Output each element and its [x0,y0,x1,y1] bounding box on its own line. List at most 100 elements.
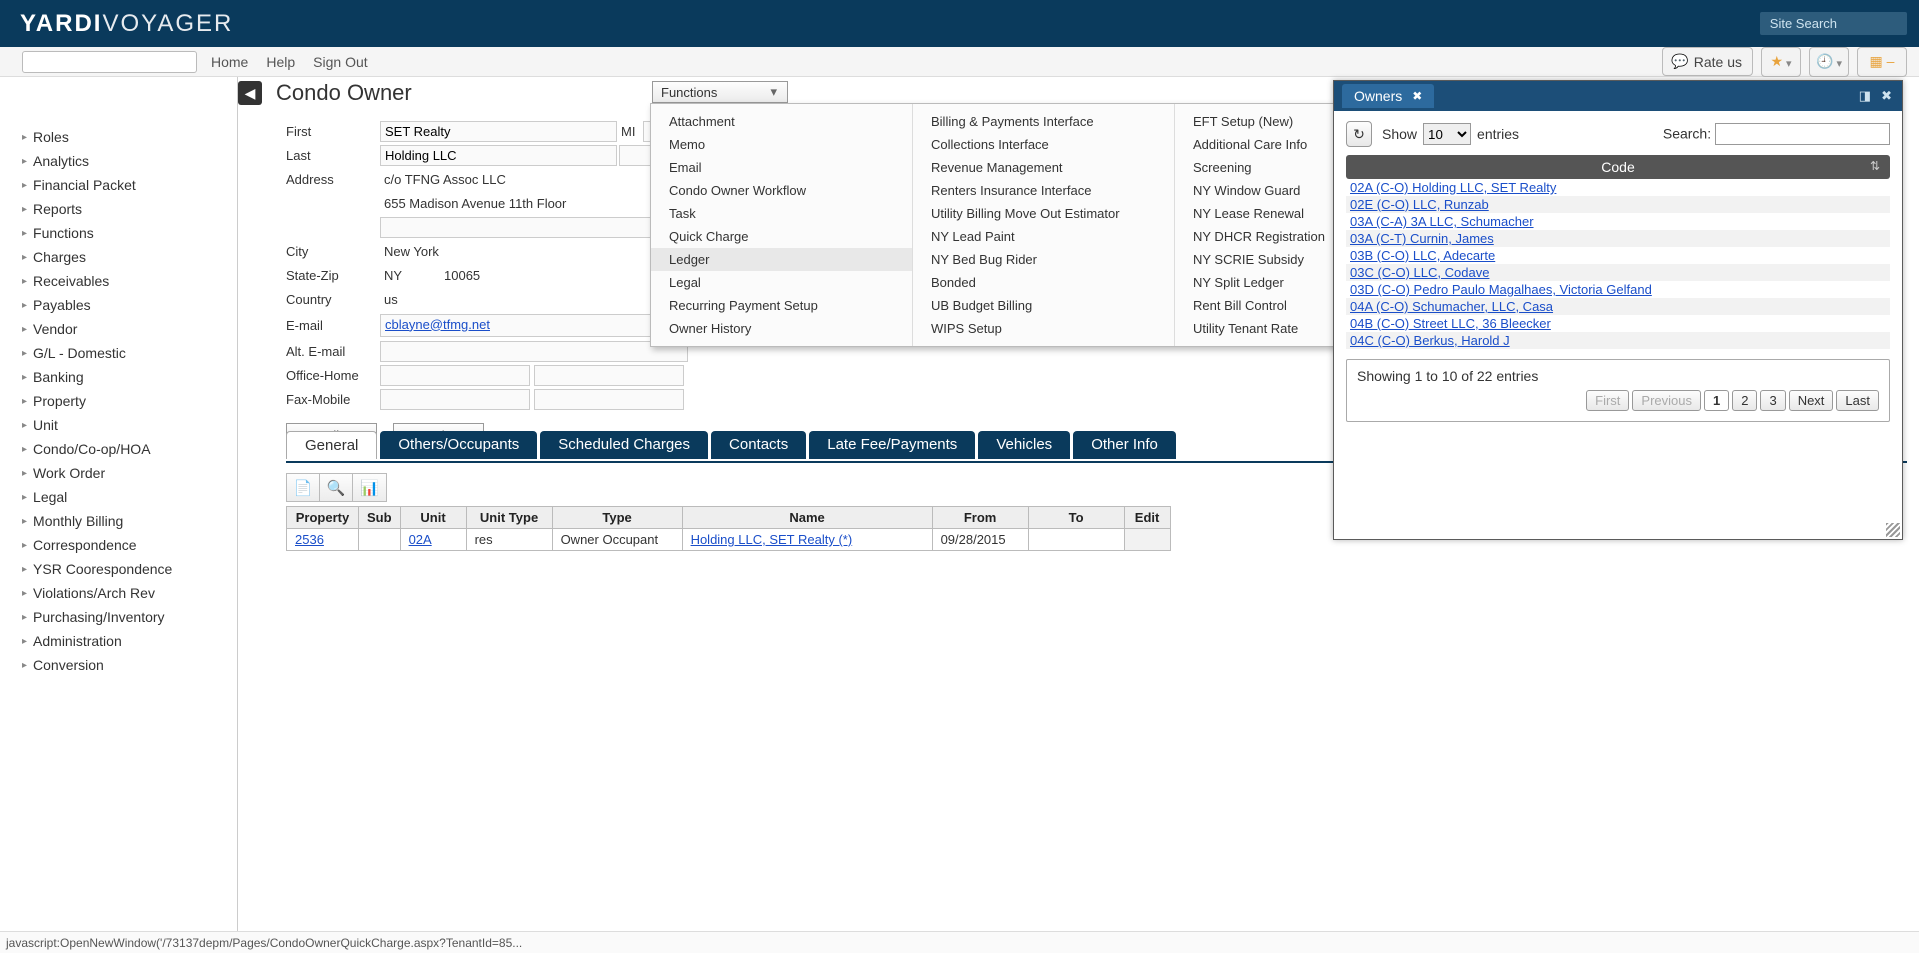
quick-search-input[interactable] [22,51,197,73]
menu-signout[interactable]: Sign Out [313,54,367,70]
sidebar-item-work-order[interactable]: Work Order [0,461,237,485]
email-link[interactable]: cblayne@tfmg.net [385,317,490,332]
owner-row-link[interactable]: 03D (C-O) Pedro Paulo Magalhaes, Victori… [1350,282,1652,297]
fn-additional-care[interactable]: Additional Care Info [1175,133,1355,156]
fn-ny-lease-renewal[interactable]: NY Lease Renewal [1175,202,1355,225]
cell-unit-link[interactable]: 02A [409,532,432,547]
sidebar-item-legal[interactable]: Legal [0,485,237,509]
fn-eft-setup[interactable]: EFT Setup (New) [1175,110,1355,133]
fn-utility-billing[interactable]: Utility Billing Move Out Estimator [913,202,1174,225]
owner-row-link[interactable]: 04C (C-O) Berkus, Harold J [1350,333,1510,348]
sidebar-item-unit[interactable]: Unit [0,413,237,437]
pager-prev[interactable]: Previous [1632,390,1701,411]
tab-others-occupants[interactable]: Others/Occupants [380,431,537,459]
fn-ny-bed-bug[interactable]: NY Bed Bug Rider [913,248,1174,271]
find-icon[interactable]: 🔍 [320,474,353,501]
fn-bonded[interactable]: Bonded [913,271,1174,294]
cell-edit-button[interactable] [1124,529,1170,551]
sidebar-item-charges[interactable]: Charges [0,245,237,269]
sidebar-item-gl-domestic[interactable]: G/L - Domestic [0,341,237,365]
fn-billing-payments[interactable]: Billing & Payments Interface [913,110,1174,133]
new-record-icon[interactable]: 📄 [287,474,320,501]
tab-other-info[interactable]: Other Info [1073,431,1176,459]
fn-revenue-mgmt[interactable]: Revenue Management [913,156,1174,179]
favorite-button[interactable]: ★ [1761,47,1801,77]
col-property[interactable]: Property [287,507,359,529]
sidebar-item-property[interactable]: Property [0,389,237,413]
functions-dropdown-button[interactable]: Functions [652,81,788,103]
cell-name-link[interactable]: Holding LLC, SET Realty (*) [691,532,853,547]
sidebar-item-banking[interactable]: Banking [0,365,237,389]
sidebar-item-monthly-billing[interactable]: Monthly Billing [0,509,237,533]
sidebar-item-purchasing[interactable]: Purchasing/Inventory [0,605,237,629]
input-last[interactable] [380,145,617,166]
input-office[interactable] [380,365,530,386]
fn-ub-budget[interactable]: UB Budget Billing [913,294,1174,317]
fn-email[interactable]: Email [651,156,912,179]
input-mobile[interactable] [534,389,684,410]
dashboard-button[interactable]: ▦ – [1857,47,1907,77]
input-altemail[interactable] [380,341,688,362]
rate-us-button[interactable]: Rate us [1662,47,1753,76]
col-from[interactable]: From [932,507,1028,529]
fn-utility-tenant-rate[interactable]: Utility Tenant Rate [1175,317,1355,340]
excel-icon[interactable]: 📊 [353,474,386,501]
sidebar-item-vendor[interactable]: Vendor [0,317,237,341]
fn-ny-split-ledger[interactable]: NY Split Ledger [1175,271,1355,294]
owners-tab-close-icon[interactable]: ✖ [1412,89,1422,103]
pager-next[interactable]: Next [1789,390,1834,411]
fn-condo-owner-workflow[interactable]: Condo Owner Workflow [651,179,912,202]
fn-quick-charge[interactable]: Quick Charge [651,225,912,248]
sidebar-item-analytics[interactable]: Analytics [0,149,237,173]
fn-collections[interactable]: Collections Interface [913,133,1174,156]
fn-rent-bill-control[interactable]: Rent Bill Control [1175,294,1355,317]
fn-ny-lead-paint[interactable]: NY Lead Paint [913,225,1174,248]
col-unit[interactable]: Unit [400,507,466,529]
tab-contacts[interactable]: Contacts [711,431,806,459]
pager-2[interactable]: 2 [1732,390,1757,411]
owner-row-link[interactable]: 03A (C-T) Curnin, James [1350,231,1494,246]
fn-owner-history[interactable]: Owner History [651,317,912,340]
owner-row-link[interactable]: 04A (C-O) Schumacher, LLC, Casa [1350,299,1553,314]
tab-late-fee-payments[interactable]: Late Fee/Payments [809,431,975,459]
input-fax[interactable] [380,389,530,410]
sidebar-item-administration[interactable]: Administration [0,629,237,653]
owners-titlebar[interactable]: Owners ✖ ◨ ✖ [1334,81,1902,111]
sidebar-item-condo[interactable]: Condo/Co-op/HOA [0,437,237,461]
col-unittype[interactable]: Unit Type [466,507,552,529]
owner-row-link[interactable]: 03A (C-A) 3A LLC, Schumacher [1350,214,1534,229]
col-type[interactable]: Type [552,507,682,529]
fn-screening[interactable]: Screening [1175,156,1355,179]
input-home[interactable] [534,365,684,386]
input-address3[interactable] [380,217,688,238]
pager-1[interactable]: 1 [1704,390,1729,411]
tab-scheduled-charges[interactable]: Scheduled Charges [540,431,708,459]
owners-resize-grip[interactable] [1886,523,1900,537]
owner-row-link[interactable]: 03C (C-O) LLC, Codave [1350,265,1489,280]
pager-last[interactable]: Last [1836,390,1879,411]
site-search-button[interactable]: Site Search [1760,12,1907,35]
fn-attachment[interactable]: Attachment [651,110,912,133]
history-button[interactable]: 🕘 [1809,47,1849,77]
sidebar-item-violations[interactable]: Violations/Arch Rev [0,581,237,605]
fn-ny-dhcr[interactable]: NY DHCR Registration [1175,225,1355,248]
owners-collapse-icon[interactable]: ◨ [1859,88,1871,104]
owners-search-input[interactable] [1715,123,1890,145]
sidebar-item-receivables[interactable]: Receivables [0,269,237,293]
sidebar-item-conversion[interactable]: Conversion [0,653,237,677]
tab-vehicles[interactable]: Vehicles [978,431,1070,459]
cell-property-link[interactable]: 2536 [295,532,324,547]
sidebar-item-functions[interactable]: Functions [0,221,237,245]
owner-row-link[interactable]: 02A (C-O) Holding LLC, SET Realty [1350,180,1556,195]
fn-renters-insurance[interactable]: Renters Insurance Interface [913,179,1174,202]
fn-wips-setup[interactable]: WIPS Setup [913,317,1174,340]
fn-ny-scrie[interactable]: NY SCRIE Subsidy [1175,248,1355,271]
fn-ledger[interactable]: Ledger [651,248,912,271]
col-name[interactable]: Name [682,507,932,529]
sidebar-item-roles[interactable]: Roles [0,125,237,149]
fn-ny-window-guard[interactable]: NY Window Guard [1175,179,1355,202]
owners-code-header[interactable]: Code [1346,155,1890,179]
menu-home[interactable]: Home [211,54,248,70]
menu-help[interactable]: Help [266,54,295,70]
fn-task[interactable]: Task [651,202,912,225]
